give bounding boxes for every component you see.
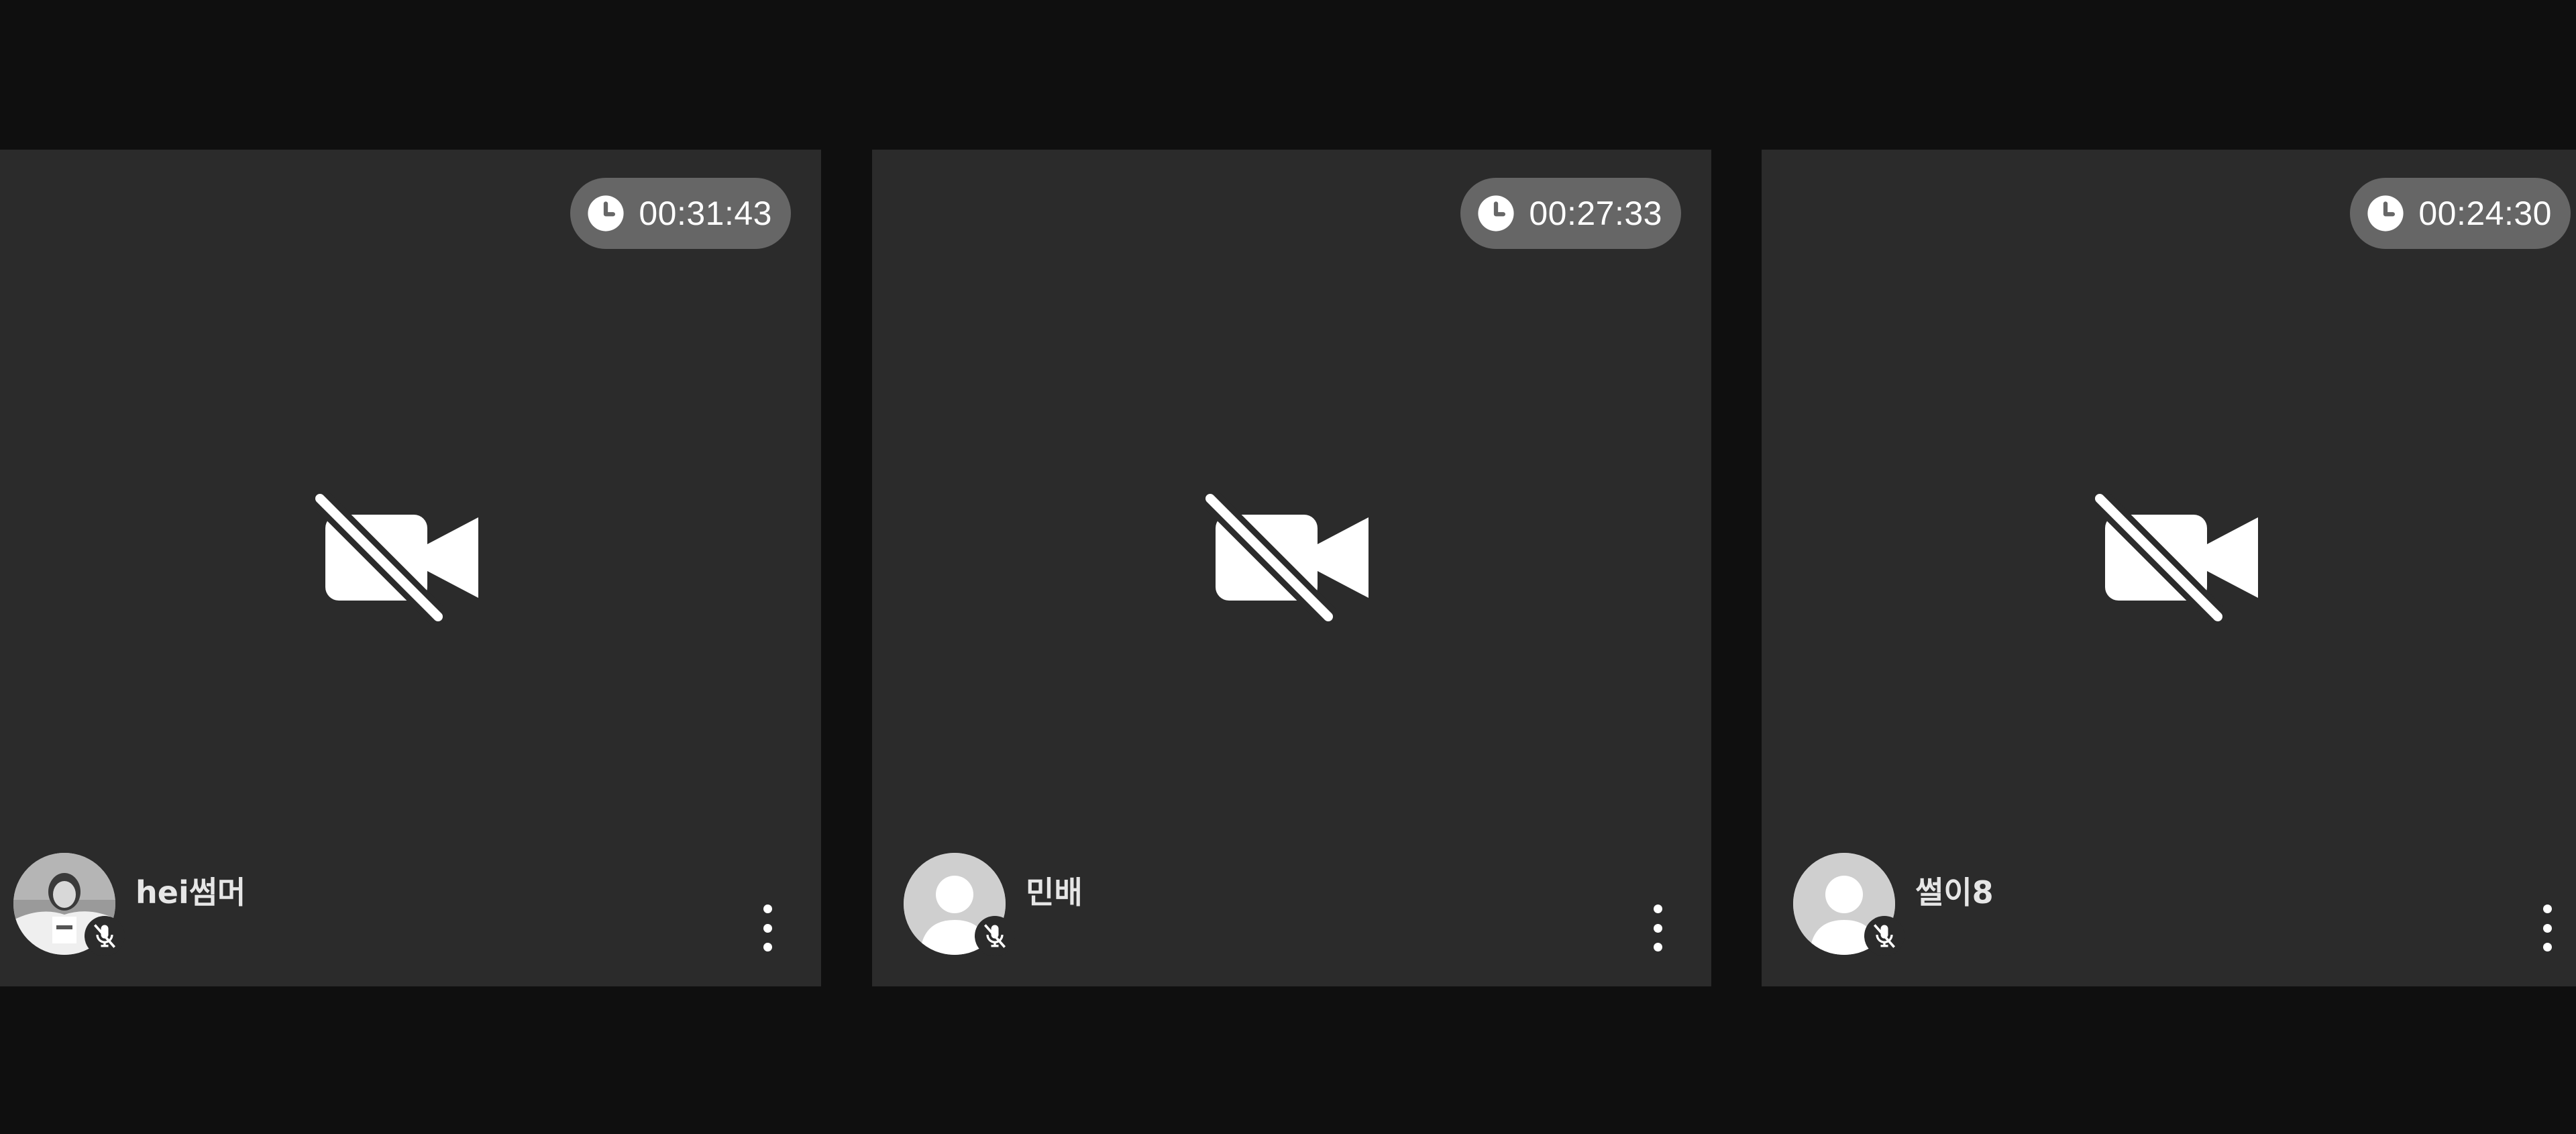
elapsed-time: 00:24:30 <box>2418 195 2552 232</box>
more-options-button[interactable] <box>754 905 781 951</box>
clock-icon <box>2366 194 2405 233</box>
more-options-button[interactable] <box>2534 905 2561 951</box>
elapsed-time-badge: 00:31:43 <box>570 178 791 249</box>
clock-icon <box>586 194 625 233</box>
elapsed-time-badge: 00:27:33 <box>1460 178 1681 249</box>
avatar[interactable] <box>13 853 125 956</box>
mic-off-icon <box>1864 916 1904 956</box>
elapsed-time: 00:27:33 <box>1529 195 1662 232</box>
more-vertical-icon <box>763 905 772 913</box>
participant-info: hei썸머 <box>13 853 246 956</box>
video-off-icon <box>314 490 489 625</box>
participant-name: 민배 <box>1026 874 1083 911</box>
video-call-grid: 00:31:43 hei썸머 00:27:33 민배 00:24:30 썰이8 <box>0 0 2576 1134</box>
more-vertical-icon <box>2542 905 2552 913</box>
elapsed-time: 00:31:43 <box>639 195 772 232</box>
more-options-button[interactable] <box>1644 905 1671 951</box>
mic-off-icon <box>975 916 1015 956</box>
participant-info: 민배 <box>904 853 1083 956</box>
avatar[interactable] <box>904 853 1015 956</box>
avatar[interactable] <box>1793 853 1904 956</box>
video-off-icon <box>2094 490 2269 625</box>
participant-name: 썰이8 <box>1915 874 1994 911</box>
participant-tile[interactable]: 00:24:30 썰이8 <box>1762 150 2576 986</box>
elapsed-time-badge: 00:24:30 <box>2350 178 2571 249</box>
participant-name: hei썸머 <box>136 874 246 911</box>
more-vertical-icon <box>1653 905 1662 913</box>
participant-info: 썰이8 <box>1793 853 1994 956</box>
clock-icon <box>1477 194 1515 233</box>
mic-off-icon <box>85 916 125 956</box>
video-off-icon <box>1204 490 1379 625</box>
participant-tile[interactable]: 00:31:43 hei썸머 <box>0 150 821 986</box>
participant-tile[interactable]: 00:27:33 민배 <box>872 150 1711 986</box>
